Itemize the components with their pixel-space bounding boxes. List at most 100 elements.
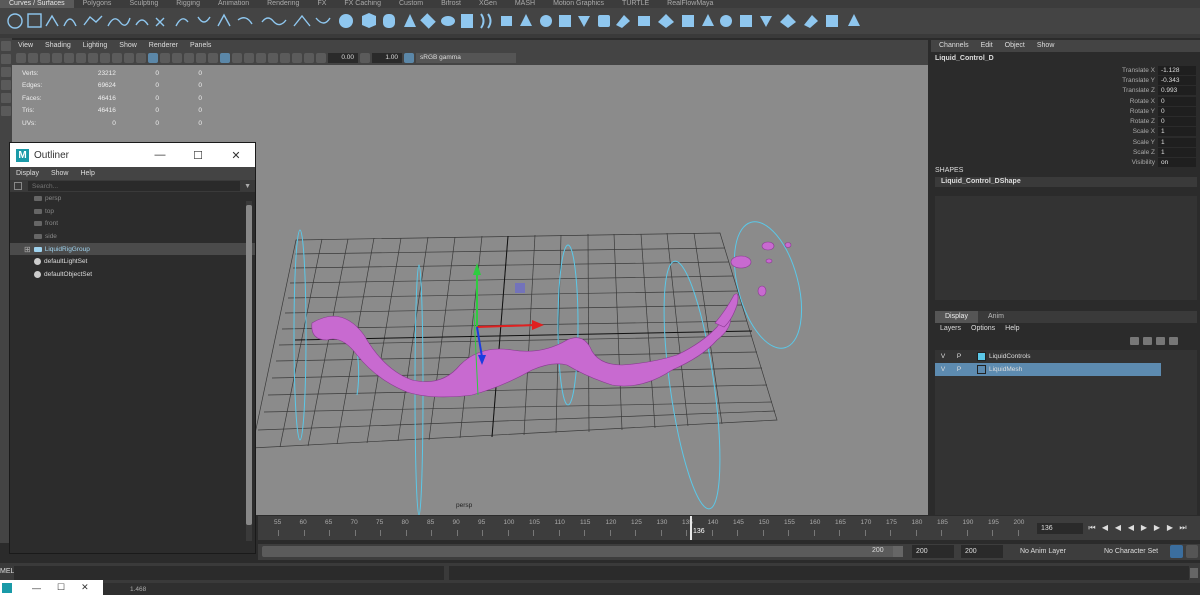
channel-menu-edit[interactable]: Edit bbox=[973, 40, 997, 52]
gamma-field[interactable]: 1.00 bbox=[372, 53, 402, 63]
anim-layer-select[interactable]: No Anim Layer bbox=[1016, 545, 1096, 558]
xray-joints-icon[interactable] bbox=[244, 53, 254, 63]
playhead[interactable] bbox=[690, 516, 692, 540]
layer-menu-options[interactable]: Options bbox=[966, 323, 1000, 335]
channel-label[interactable]: Scale Z bbox=[958, 149, 1158, 156]
outliner-item[interactable]: side bbox=[10, 230, 255, 243]
channel-value-field[interactable]: 1 bbox=[1158, 127, 1196, 137]
viewport-menu-view[interactable]: View bbox=[12, 40, 39, 51]
shelf-tab[interactable]: TURTLE bbox=[613, 0, 658, 8]
shelf-tab[interactable]: MASH bbox=[506, 0, 544, 8]
maximize-icon[interactable]: ☐ bbox=[179, 149, 217, 162]
channel-box-object-name[interactable]: Liquid_Control_D bbox=[931, 52, 1200, 65]
minimize-icon[interactable]: — bbox=[32, 583, 41, 593]
channel-value-field[interactable]: 0 bbox=[1158, 117, 1196, 127]
time-slider[interactable]: 55 60 65 70 75 80 85 90 95 100 105 110 115 120 125 130 1… bbox=[258, 516, 928, 540]
chevron-down-icon[interactable]: ▼ bbox=[244, 183, 251, 190]
channel-row[interactable]: Rotate X0 bbox=[931, 96, 1200, 106]
command-language-label[interactable]: MEL bbox=[0, 568, 14, 575]
range-slider-handle[interactable] bbox=[893, 546, 903, 557]
bookmark-icon[interactable] bbox=[40, 53, 50, 63]
lights-icon[interactable] bbox=[196, 53, 206, 63]
go-to-start-icon[interactable]: ⏮ bbox=[1087, 522, 1097, 533]
step-back-key-icon[interactable]: ◀ bbox=[1100, 522, 1110, 533]
shelf-tab[interactable]: Sculpting bbox=[120, 0, 167, 8]
isolate-select-icon[interactable] bbox=[220, 53, 230, 63]
shadows-icon[interactable] bbox=[208, 53, 218, 63]
shelf-tab[interactable]: XGen bbox=[470, 0, 506, 8]
outliner-scrollbar-thumb[interactable] bbox=[246, 205, 252, 525]
outliner-title-bar[interactable]: M Outliner — ☐ ✕ bbox=[10, 143, 255, 167]
channel-label[interactable]: Rotate X bbox=[958, 98, 1158, 105]
viewport-menu-shading[interactable]: Shading bbox=[39, 40, 77, 51]
layer-playback-toggle[interactable]: P bbox=[951, 353, 967, 360]
exposure-field[interactable]: 0.00 bbox=[328, 53, 358, 63]
channel-label[interactable]: Translate Z bbox=[958, 87, 1158, 94]
ambient-occlusion-icon[interactable] bbox=[268, 53, 278, 63]
outliner-menu-show[interactable]: Show bbox=[45, 167, 75, 180]
camera-select-icon[interactable] bbox=[16, 53, 26, 63]
new-empty-layer-icon[interactable] bbox=[1156, 337, 1165, 345]
color-management-icon[interactable] bbox=[404, 53, 414, 63]
outliner-item[interactable]: defaultLightSet bbox=[10, 255, 255, 268]
motion-blur-icon[interactable] bbox=[280, 53, 290, 63]
grid-icon[interactable] bbox=[88, 53, 98, 63]
close-icon[interactable]: ✕ bbox=[217, 149, 255, 162]
channel-value-field[interactable]: 1 bbox=[1158, 137, 1196, 147]
current-frame-field[interactable]: 136 bbox=[1037, 523, 1083, 534]
filter-icon[interactable] bbox=[14, 182, 22, 190]
shelf-tab[interactable]: Motion Graphics bbox=[544, 0, 613, 8]
step-forward-key-icon[interactable]: ▶ bbox=[1165, 522, 1175, 533]
outliner-window[interactable]: M Outliner — ☐ ✕ Display Show Help ▼ per… bbox=[9, 142, 256, 554]
layer-playback-toggle[interactable]: P bbox=[951, 366, 967, 373]
gamma-icon[interactable] bbox=[360, 53, 370, 63]
shelf-tab[interactable]: Bifrost bbox=[432, 0, 470, 8]
channel-menu-channels[interactable]: Channels bbox=[931, 40, 973, 52]
move-tool-icon[interactable] bbox=[1, 80, 11, 90]
layer-visibility-toggle[interactable]: V bbox=[935, 366, 951, 373]
outliner-item[interactable]: top bbox=[10, 205, 255, 218]
script-editor-icon[interactable] bbox=[1190, 568, 1198, 578]
move-layer-down-icon[interactable] bbox=[1143, 337, 1152, 345]
layer-name[interactable]: LiquidControls bbox=[989, 353, 1031, 360]
channel-row[interactable]: Translate Z 0.993 bbox=[931, 86, 1200, 96]
textured-icon[interactable] bbox=[184, 53, 194, 63]
layer-row[interactable]: V P LiquidMesh bbox=[935, 363, 1161, 376]
channel-row[interactable]: Scale Z1 bbox=[931, 147, 1200, 158]
minimize-icon[interactable]: — bbox=[141, 149, 179, 161]
xray-icon[interactable] bbox=[232, 53, 242, 63]
animation-end-field[interactable]: 200 bbox=[912, 545, 954, 558]
channel-row[interactable]: Translate Y -0.343 bbox=[931, 75, 1200, 85]
resolution-gate-icon[interactable] bbox=[112, 53, 122, 63]
channel-label[interactable]: Scale Y bbox=[958, 139, 1158, 146]
channel-label[interactable]: Rotate Y bbox=[958, 108, 1158, 115]
layer-row[interactable]: V P LiquidControls bbox=[935, 350, 1161, 363]
backface-icon[interactable] bbox=[256, 53, 266, 63]
go-to-end-icon[interactable]: ⏭ bbox=[1178, 522, 1188, 533]
channel-row[interactable]: Scale X1 bbox=[931, 127, 1200, 137]
viewport-menu-renderer[interactable]: Renderer bbox=[143, 40, 184, 51]
minimized-window-bar[interactable]: — ☐ ✕ bbox=[0, 580, 103, 595]
layer-color-swatch[interactable] bbox=[977, 352, 986, 361]
shelf-tab[interactable]: Polygons bbox=[74, 0, 121, 8]
channel-row[interactable]: Rotate Y0 bbox=[931, 106, 1200, 116]
expand-icon[interactable]: ⊞ bbox=[24, 245, 31, 254]
tab-display[interactable]: Display bbox=[935, 311, 978, 323]
layer-menu-layers[interactable]: Layers bbox=[935, 323, 966, 335]
channel-label[interactable]: Rotate Z bbox=[958, 118, 1158, 125]
shelf-tab[interactable]: Rendering bbox=[258, 0, 308, 8]
outliner-search-input[interactable] bbox=[28, 181, 241, 191]
rotate-tool-icon[interactable] bbox=[1, 93, 11, 103]
lasso-tool-icon[interactable] bbox=[1, 54, 11, 64]
camera-attr-icon[interactable] bbox=[28, 53, 38, 63]
shape-name[interactable]: Liquid_Control_DShape bbox=[935, 177, 1197, 187]
grease-pencil-icon[interactable] bbox=[76, 53, 86, 63]
layer-menu-help[interactable]: Help bbox=[1000, 323, 1024, 335]
color-space-select[interactable]: sRGB gamma bbox=[416, 53, 516, 63]
channel-row[interactable]: Rotate Z0 bbox=[931, 116, 1200, 127]
channel-value-field[interactable]: -1.128 bbox=[1158, 65, 1196, 75]
command-input[interactable] bbox=[14, 566, 444, 580]
shelf-tab[interactable]: Animation bbox=[209, 0, 258, 8]
preferences-icon[interactable] bbox=[1186, 545, 1198, 558]
viewport-menu-lighting[interactable]: Lighting bbox=[77, 40, 114, 51]
